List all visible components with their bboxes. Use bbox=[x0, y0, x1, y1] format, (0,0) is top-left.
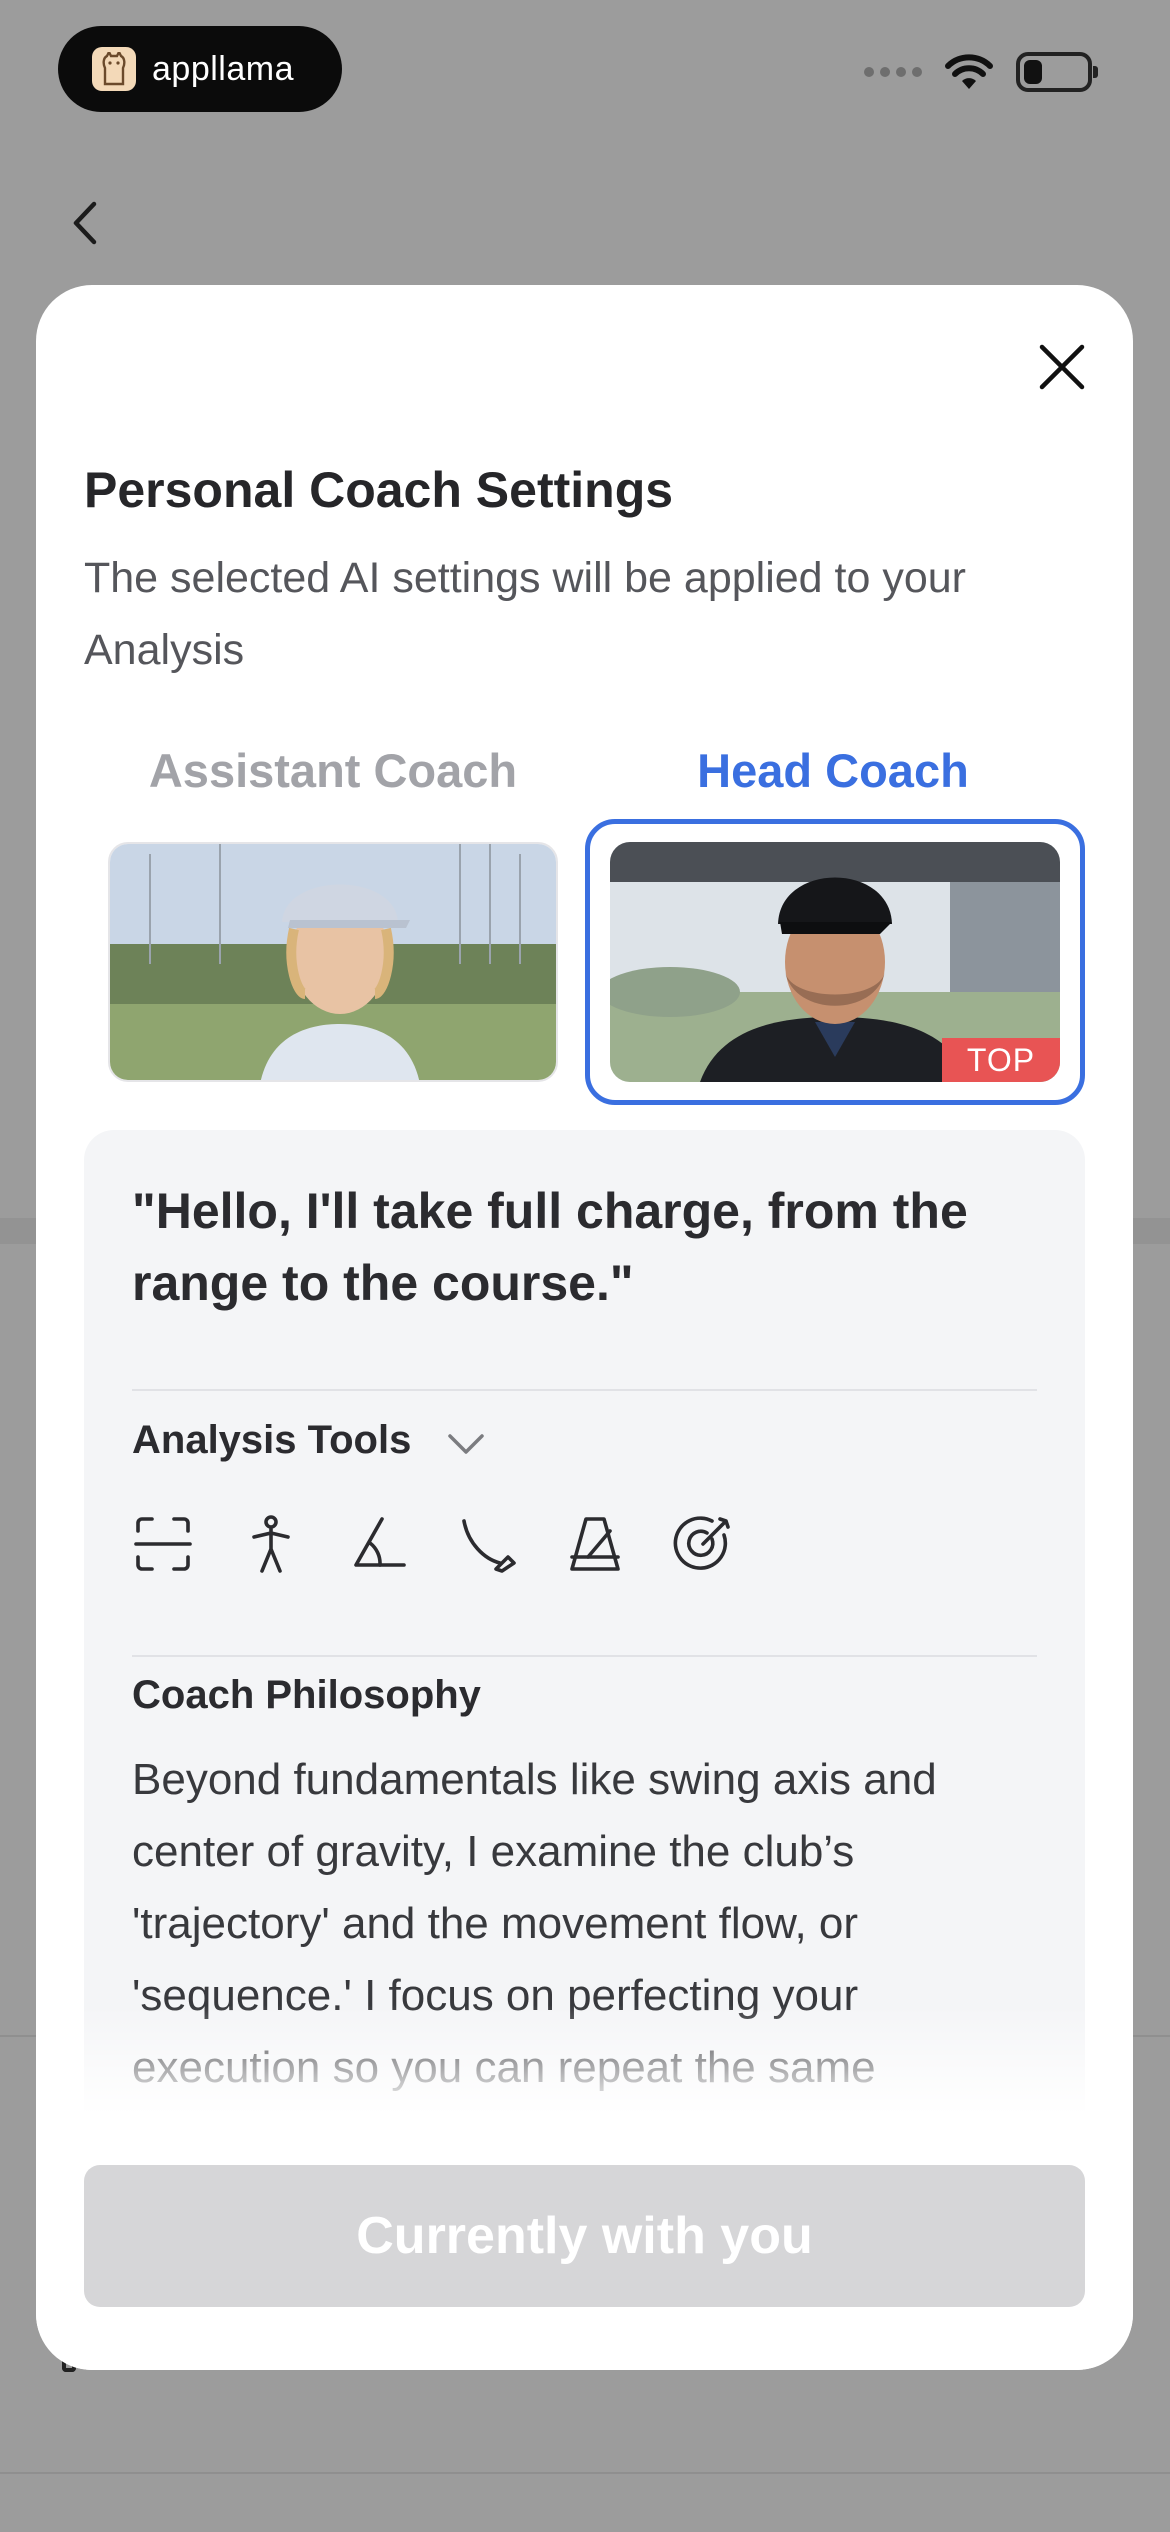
coach-settings-modal: Personal Coach Settings The selected AI … bbox=[36, 285, 1133, 2370]
frame-scan-icon bbox=[132, 1513, 194, 1575]
analysis-tools-icons bbox=[132, 1513, 734, 1575]
assistant-coach-photo[interactable] bbox=[108, 842, 558, 1082]
brand-name: appllama bbox=[152, 49, 294, 88]
coach-quote: "Hello, I'll take full charge, from the … bbox=[132, 1183, 968, 1311]
currently-with-you-button[interactable]: Currently with you bbox=[84, 2165, 1085, 2307]
divider bbox=[132, 1655, 1037, 1657]
tab-assistant-coach[interactable]: Assistant Coach bbox=[108, 743, 558, 798]
background-divider bbox=[0, 2472, 1170, 2474]
stick-figure-icon bbox=[240, 1513, 302, 1575]
chevron-down-icon[interactable] bbox=[446, 1426, 486, 1460]
status-icons bbox=[864, 52, 1098, 92]
analysis-tools-label: Analysis Tools bbox=[132, 1418, 412, 1462]
top-badge: TOP bbox=[942, 1038, 1060, 1082]
back-chevron-icon[interactable] bbox=[62, 198, 112, 248]
close-icon[interactable] bbox=[1036, 341, 1088, 393]
llama-logo-icon bbox=[92, 47, 136, 91]
coach-philosophy-label: Coach Philosophy bbox=[132, 1673, 481, 1717]
angle-icon bbox=[348, 1513, 410, 1575]
target-icon bbox=[672, 1513, 734, 1575]
modal-subtitle: The selected AI settings will be applied… bbox=[84, 554, 967, 674]
wifi-icon bbox=[945, 54, 993, 89]
brand-pill: appllama bbox=[58, 26, 342, 112]
head-coach-photo[interactable]: TOP bbox=[610, 842, 1060, 1082]
cellular-signal-icon bbox=[864, 67, 922, 77]
modal-title: Personal Coach Settings bbox=[84, 462, 674, 518]
divider bbox=[132, 1389, 1037, 1391]
club-path-icon bbox=[456, 1513, 518, 1575]
battery-icon bbox=[1016, 52, 1098, 92]
metronome-icon bbox=[564, 1513, 626, 1575]
tab-head-coach[interactable]: Head Coach bbox=[608, 743, 1058, 798]
